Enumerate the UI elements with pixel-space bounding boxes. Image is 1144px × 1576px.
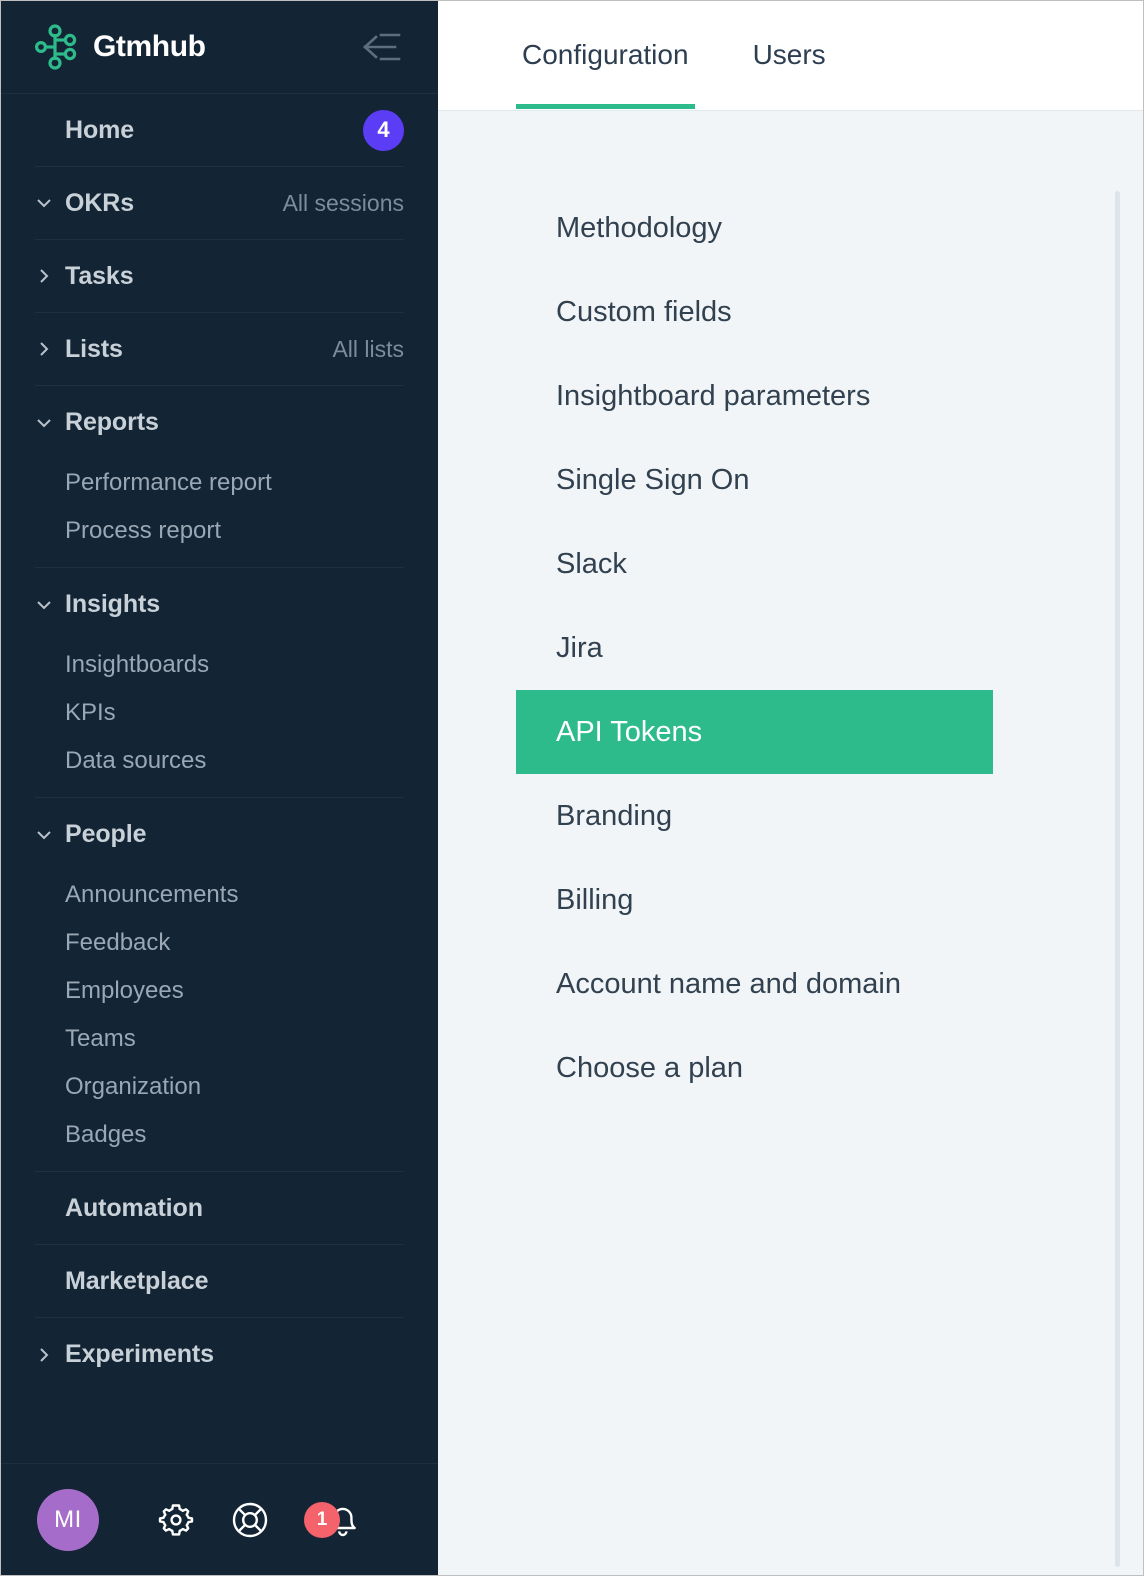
tab-configuration[interactable]: Configuration bbox=[516, 1, 695, 109]
sidebar-item-data-sources[interactable]: Data sources bbox=[35, 737, 404, 785]
sidebar-item-teams[interactable]: Teams bbox=[35, 1015, 404, 1063]
menu-item-slack[interactable]: Slack bbox=[516, 522, 993, 606]
sidebar-group-tasks: Tasks bbox=[35, 240, 404, 313]
sidebar-group-insights: Insights Insightboards KPIs Data sources bbox=[35, 568, 404, 798]
sidebar-subitems-people: Announcements Feedback Employees Teams O… bbox=[35, 871, 404, 1171]
sidebar-item-okrs[interactable]: OKRs All sessions bbox=[35, 167, 404, 240]
gear-icon[interactable] bbox=[156, 1500, 196, 1540]
sidebar-item-announcements[interactable]: Announcements bbox=[35, 871, 404, 919]
node-graph-icon bbox=[34, 24, 79, 70]
tabbar: Configuration Users bbox=[438, 1, 1143, 111]
sidebar-group-people: People Announcements Feedback Employees … bbox=[35, 798, 404, 1172]
chevron-right-icon[interactable] bbox=[35, 340, 65, 358]
sidebar-item-label: Marketplace bbox=[65, 1266, 209, 1295]
sidebar-item-employees[interactable]: Employees bbox=[35, 967, 404, 1015]
sidebar-item-performance-report[interactable]: Performance report bbox=[35, 459, 404, 507]
menu-item-custom-fields[interactable]: Custom fields bbox=[516, 270, 993, 354]
sidebar-item-tasks[interactable]: Tasks bbox=[35, 240, 404, 313]
sidebar-item-marketplace[interactable]: Marketplace bbox=[35, 1245, 404, 1318]
menu-item-api-tokens[interactable]: API Tokens bbox=[516, 690, 993, 774]
menu-item-insightboard-parameters[interactable]: Insightboard parameters bbox=[516, 354, 993, 438]
chevron-down-icon[interactable] bbox=[35, 194, 65, 212]
sidebar-group-lists: Lists All lists bbox=[35, 313, 404, 386]
notification-badge: 1 bbox=[304, 1501, 340, 1538]
sidebar-item-label: OKRs bbox=[65, 188, 135, 217]
tab-users[interactable]: Users bbox=[747, 1, 832, 109]
sidebar-item-experiments[interactable]: Experiments bbox=[35, 1318, 404, 1391]
sidebar-all-sessions-link[interactable]: All sessions bbox=[283, 190, 404, 217]
sidebar-item-label: Insights bbox=[65, 590, 161, 618]
life-ring-icon[interactable] bbox=[230, 1500, 270, 1540]
sidebar-item-reports[interactable]: Reports bbox=[35, 386, 404, 459]
chevron-down-icon[interactable] bbox=[35, 414, 65, 432]
chevron-right-icon[interactable] bbox=[35, 267, 65, 285]
sidebar-item-label: People bbox=[65, 820, 147, 848]
sidebar-item-label: Reports bbox=[65, 408, 159, 436]
chevron-down-icon[interactable] bbox=[35, 826, 65, 844]
vertical-scrollbar[interactable] bbox=[1115, 191, 1120, 1567]
sidebar-item-home[interactable]: Home 4 bbox=[35, 94, 404, 167]
app-window: Gtmhub Home 4 OKRs All sessions Tasks Li… bbox=[0, 0, 1144, 1576]
notifications-button[interactable]: 1 bbox=[304, 1498, 362, 1542]
footer-icon-group: 1 bbox=[156, 1498, 402, 1542]
sidebar-item-automation[interactable]: Automation bbox=[35, 1172, 404, 1245]
main-content: Configuration Users Methodology Custom f… bbox=[438, 1, 1143, 1575]
sidebar-item-badges[interactable]: Badges bbox=[35, 1111, 404, 1159]
sidebar-item-label: Tasks bbox=[65, 261, 134, 290]
sidebar-all-lists-link[interactable]: All lists bbox=[332, 336, 404, 363]
sidebar-item-kpis[interactable]: KPIs bbox=[35, 689, 404, 737]
menu-item-choose-a-plan[interactable]: Choose a plan bbox=[516, 1026, 993, 1110]
configuration-menu-area: Methodology Custom fields Insightboard p… bbox=[438, 111, 1143, 1575]
collapse-sidebar-icon[interactable] bbox=[360, 27, 404, 67]
sidebar-item-organization[interactable]: Organization bbox=[35, 1063, 404, 1111]
sidebar-item-label: Experiments bbox=[65, 1340, 214, 1368]
sidebar-item-process-report[interactable]: Process report bbox=[35, 507, 404, 555]
sidebar-item-insights[interactable]: Insights bbox=[35, 568, 404, 641]
menu-item-branding[interactable]: Branding bbox=[516, 774, 993, 858]
sidebar-item-label: Home bbox=[65, 115, 135, 144]
sidebar-subitems-insights: Insightboards KPIs Data sources bbox=[35, 641, 404, 797]
sidebar-item-label: Automation bbox=[65, 1193, 203, 1222]
sidebar-header: Gtmhub bbox=[1, 1, 438, 94]
sidebar: Gtmhub Home 4 OKRs All sessions Tasks Li… bbox=[1, 1, 438, 1575]
menu-item-billing[interactable]: Billing bbox=[516, 858, 993, 942]
sidebar-item-insightboards[interactable]: Insightboards bbox=[35, 641, 404, 689]
sidebar-item-feedback[interactable]: Feedback bbox=[35, 919, 404, 967]
sidebar-footer: MI 1 bbox=[1, 1463, 438, 1575]
avatar[interactable]: MI bbox=[37, 1488, 99, 1551]
configuration-menu-list: Methodology Custom fields Insightboard p… bbox=[438, 186, 1143, 1110]
sidebar-item-lists[interactable]: Lists All lists bbox=[35, 313, 404, 386]
sidebar-item-people[interactable]: People bbox=[35, 798, 404, 871]
brand-logo-area[interactable]: Gtmhub bbox=[34, 24, 360, 70]
menu-item-account-name-and-domain[interactable]: Account name and domain bbox=[516, 942, 993, 1026]
sidebar-item-label: Lists bbox=[65, 334, 123, 363]
chevron-right-icon[interactable] bbox=[35, 1346, 65, 1364]
home-badge: 4 bbox=[363, 109, 404, 151]
sidebar-group-reports: Reports Performance report Process repor… bbox=[35, 386, 404, 568]
sidebar-subitems-reports: Performance report Process report bbox=[35, 459, 404, 567]
menu-item-jira[interactable]: Jira bbox=[516, 606, 993, 690]
chevron-down-icon[interactable] bbox=[35, 596, 65, 614]
sidebar-nav: Home 4 OKRs All sessions Tasks Lists All… bbox=[1, 94, 438, 1463]
menu-item-methodology[interactable]: Methodology bbox=[516, 186, 993, 270]
brand-name: Gtmhub bbox=[93, 30, 206, 63]
sidebar-group-okrs: OKRs All sessions bbox=[35, 167, 404, 240]
menu-item-single-sign-on[interactable]: Single Sign On bbox=[516, 438, 993, 522]
